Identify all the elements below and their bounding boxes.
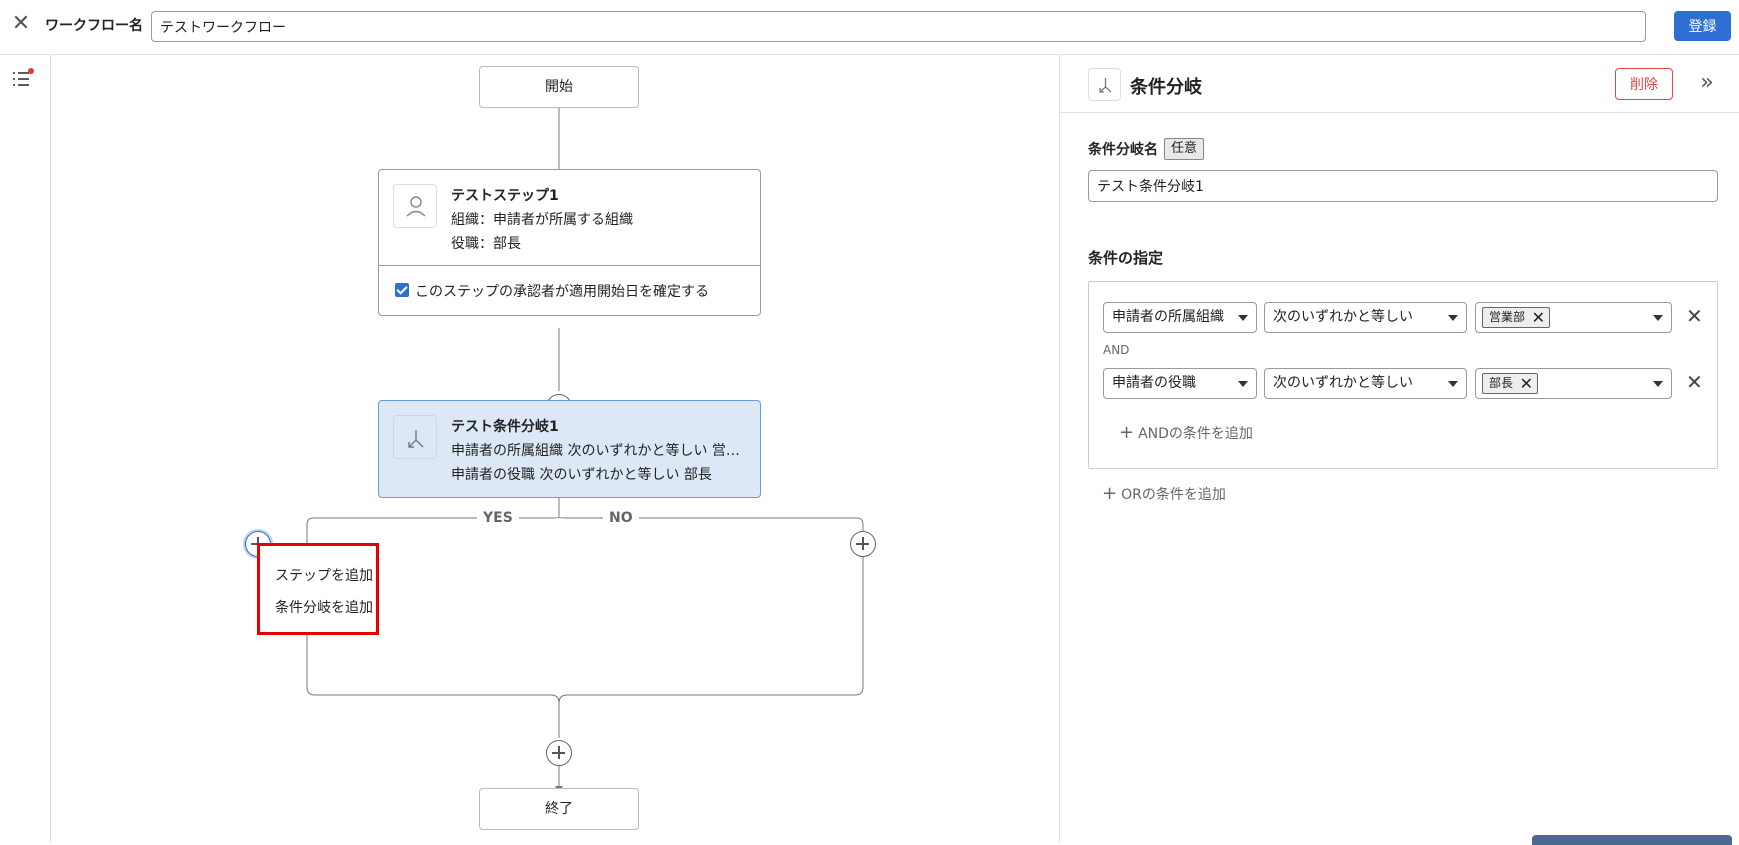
condition-value-select[interactable]: 営業部 ✕ [1475,302,1672,333]
value-chip: 部長 ✕ [1482,373,1539,394]
branch-title: テスト条件分岐1 [451,419,559,435]
panel-title: 条件分岐 [1130,77,1202,98]
header: ✕ ワークフロー名 登録 [0,0,1739,55]
condition-field-select[interactable]: 申請者の所属組織 [1103,302,1257,333]
card-divider [379,265,760,266]
add-and-condition-link[interactable]: + ANDの条件を追加 [1119,422,1253,443]
person-icon [393,184,437,228]
delete-button[interactable]: 削除 [1615,68,1673,100]
branch-icon [393,415,437,459]
workflow-canvas: 開始 テストステップ1 組織：申請者が所属する組織 役職：部長 このステップの承… [51,55,1059,843]
step-position: 役職：部長 [451,236,521,252]
value-chip: 営業部 ✕ [1482,307,1551,328]
remove-condition-icon[interactable]: ✕ [1686,370,1703,394]
conditions-title: 条件の指定 [1088,249,1164,267]
bottom-overlay-bar [1532,835,1732,845]
remove-chip-icon[interactable]: ✕ [1532,308,1545,327]
add-or-condition-link[interactable]: + ORの条件を追加 [1102,483,1226,504]
add-no-button[interactable] [850,531,876,557]
workflow-name-label: ワークフロー名 [45,18,143,34]
plus-icon: + [1102,483,1118,504]
add-menu-popup: ステップを追加 条件分岐を追加 [257,543,379,635]
panel-header: 条件分岐 削除 » [1060,55,1739,113]
and-label: AND [1103,343,1130,357]
add-step-menu-item[interactable]: ステップを追加 [275,565,373,585]
branch-name-label: 条件分岐名 [1088,142,1158,158]
branch-icon [1088,68,1121,101]
branch-condition-2: 申請者の役職 次のいずれかと等しい 部長 [451,467,712,483]
condition-value-select[interactable]: 部長 ✕ [1475,368,1672,399]
branch-condition-1: 申請者の所属組織 次のいずれかと等しい 営… [451,443,740,459]
no-label: NO [603,510,639,526]
condition-operator-select[interactable]: 次のいずれかと等しい [1264,302,1467,333]
remove-chip-icon[interactable]: ✕ [1520,374,1533,393]
branch-name-input[interactable] [1088,170,1718,202]
end-node[interactable]: 終了 [479,788,639,830]
condition-panel: 条件分岐 削除 » 条件分岐名 任意 条件の指定 申請者の所属組織 次のいずれか… [1059,55,1739,843]
register-button[interactable]: 登録 [1674,11,1731,41]
condition-operator-select[interactable]: 次のいずれかと等しい [1264,368,1467,399]
condition-group: 申請者の所属組織 次のいずれかと等しい 営業部 ✕ ✕ AND 申請者の役職 次の… [1088,281,1718,469]
remove-condition-icon[interactable]: ✕ [1686,304,1703,328]
left-rail [0,55,51,843]
workflow-name-input[interactable] [151,11,1646,42]
step-title: テストステップ1 [451,188,559,204]
close-icon[interactable]: ✕ [9,12,33,36]
condition-field-select[interactable]: 申請者の役職 [1103,368,1257,399]
add-step-button[interactable] [546,740,572,766]
start-node[interactable]: 開始 [479,66,639,108]
confirm-date-label: このステップの承認者が適用開始日を確定する [415,284,709,300]
plus-icon: + [1119,422,1135,443]
notification-dot [28,68,34,74]
confirm-date-checkbox[interactable] [395,283,409,297]
add-branch-menu-item[interactable]: 条件分岐を追加 [275,597,373,617]
yes-label: YES [477,510,519,526]
double-chevron-right-icon[interactable]: » [1694,70,1720,96]
branch-card[interactable]: テスト条件分岐1 申請者の所属組織 次のいずれかと等しい 営… 申請者の役職 次… [378,400,761,498]
step-org: 組織：申請者が所属する組織 [451,212,633,228]
optional-badge: 任意 [1164,138,1205,160]
step-card[interactable]: テストステップ1 組織：申請者が所属する組織 役職：部長 このステップの承認者が… [378,169,761,316]
list-icon[interactable] [12,68,34,88]
